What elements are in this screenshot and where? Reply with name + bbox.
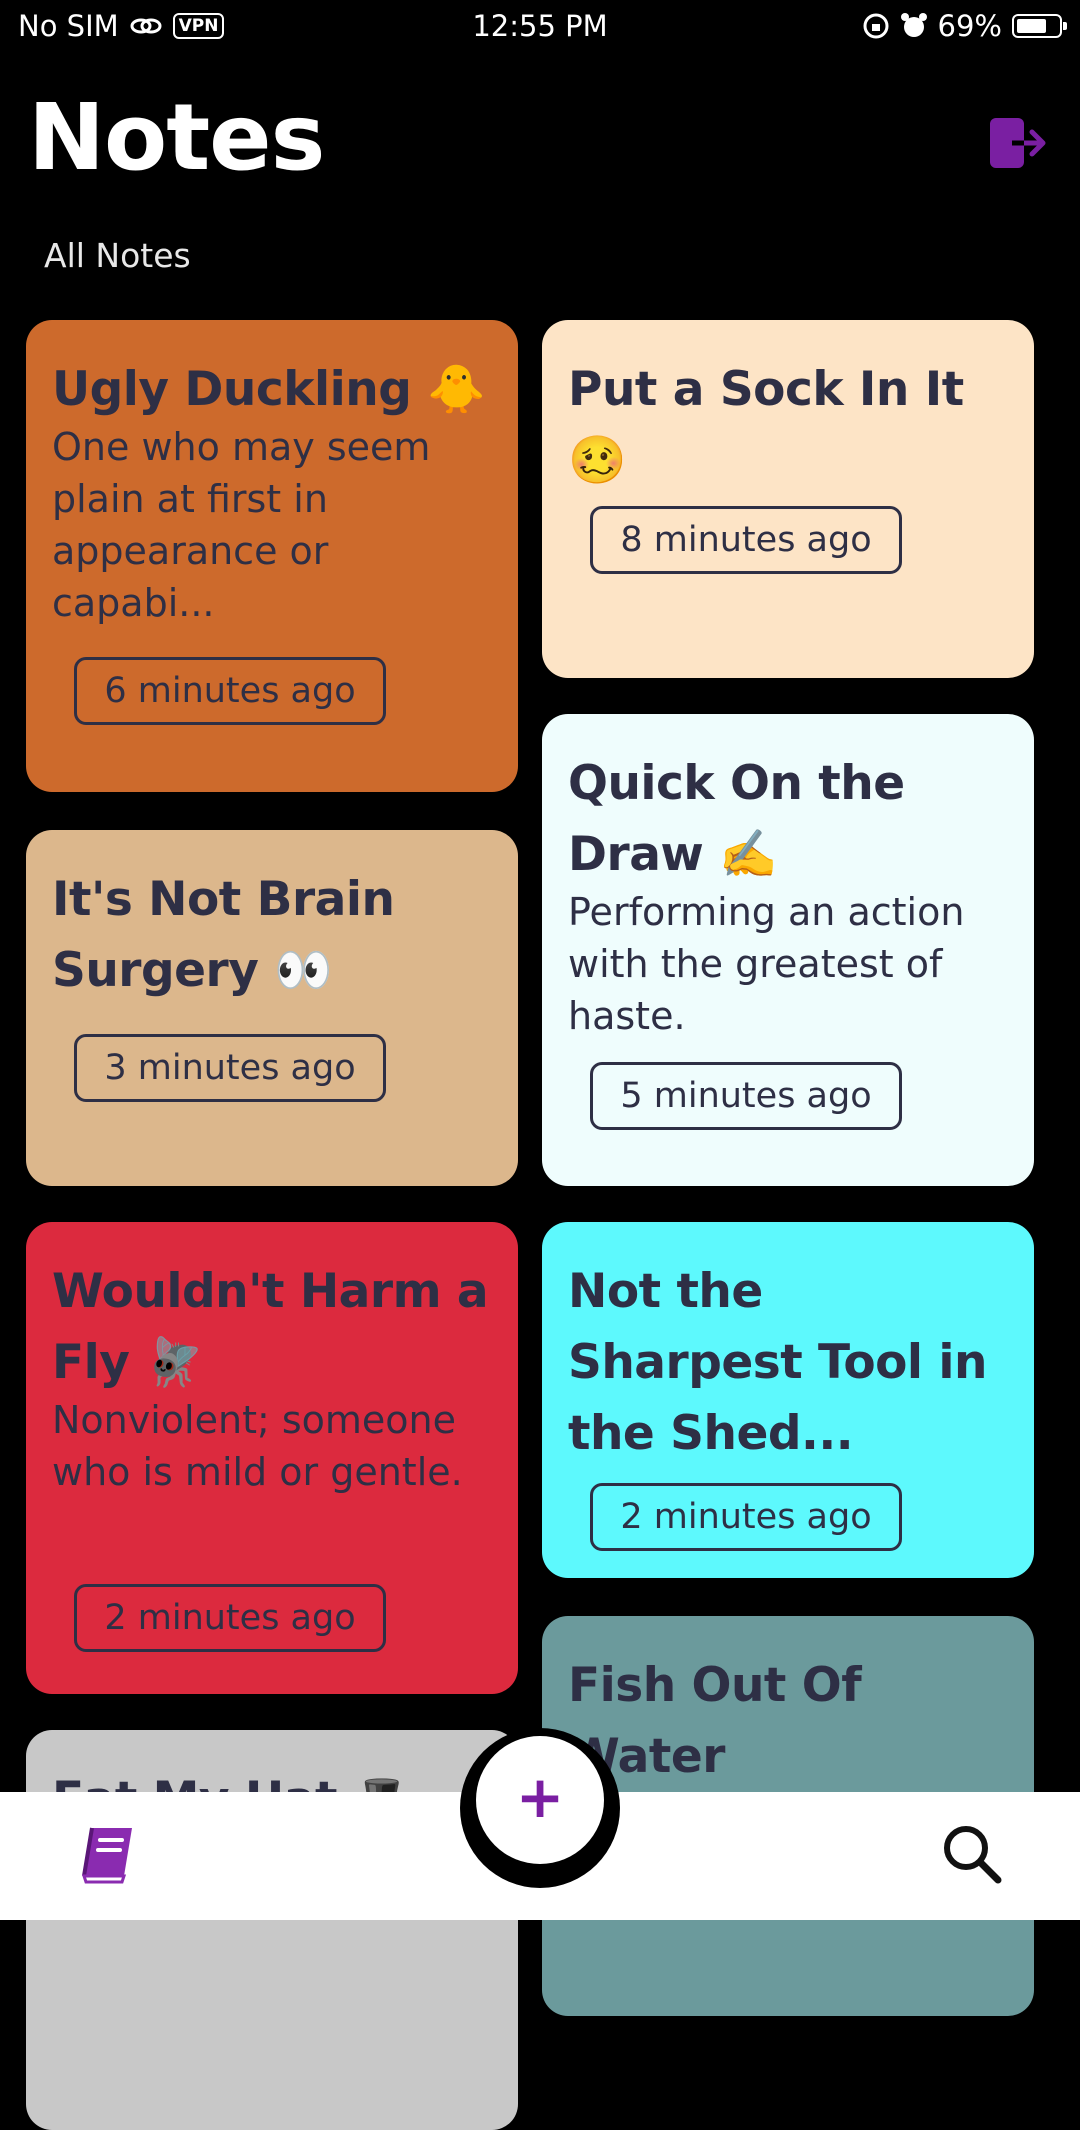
notes-filter-label[interactable]: All Notes: [44, 236, 191, 275]
note-timestamp: 3 minutes ago: [74, 1034, 386, 1102]
search-icon[interactable]: [940, 1822, 1002, 1884]
logout-icon[interactable]: [990, 118, 1048, 168]
note-timestamp: 8 minutes ago: [590, 506, 902, 574]
page-title: Notes: [28, 84, 325, 191]
note-title: Quick On the Draw ✍️: [568, 756, 905, 882]
status-bar: No SIM VPN 12:55 PM 69%: [0, 0, 1080, 56]
note-preview: Performing an action with the greatest o…: [568, 890, 965, 1038]
note-card[interactable]: Not the Sharpest Tool in the Shed... 2 m…: [542, 1222, 1034, 1578]
note-preview: Nonviolent; someone who is mild or gentl…: [52, 1398, 463, 1494]
note-title: Ugly Duckling 🐥: [52, 362, 486, 417]
battery-percent: 69%: [937, 9, 1002, 43]
notebook-icon[interactable]: [78, 1824, 138, 1884]
note-card[interactable]: It's Not Brain Surgery 👀 3 minutes ago: [26, 830, 518, 1186]
note-title: Not the Sharpest Tool in the Shed...: [568, 1264, 987, 1461]
note-card[interactable]: Ugly Duckling 🐥 One who may seem plain a…: [26, 320, 518, 792]
alarm-icon: [900, 13, 927, 37]
battery-icon: [1012, 14, 1067, 38]
note-card[interactable]: Quick On the Draw ✍️ Performing an actio…: [542, 714, 1034, 1186]
add-note-button[interactable]: +: [476, 1736, 604, 1864]
note-timestamp: 5 minutes ago: [590, 1062, 902, 1130]
note-title: It's Not Brain Surgery 👀: [52, 872, 395, 998]
note-card[interactable]: Wouldn't Harm a Fly 🪰 Nonviolent; someon…: [26, 1222, 518, 1694]
note-card[interactable]: Put a Sock In It 🥴 8 minutes ago: [542, 320, 1034, 678]
note-title: Fish Out Of Water: [568, 1658, 862, 1784]
status-right: 69%: [862, 9, 1067, 43]
note-preview: One who may seem plain at first in appea…: [52, 425, 431, 625]
note-card[interactable]: Eat My Hat 🎩: [26, 1730, 518, 2130]
note-timestamp: 6 minutes ago: [74, 657, 386, 725]
note-title: Put a Sock In It 🥴: [568, 362, 964, 488]
note-timestamp: 2 minutes ago: [590, 1483, 902, 1551]
note-timestamp: 2 minutes ago: [74, 1584, 386, 1652]
note-title: Wouldn't Harm a Fly 🪰: [52, 1264, 489, 1390]
rotation-lock-icon: [863, 13, 889, 39]
